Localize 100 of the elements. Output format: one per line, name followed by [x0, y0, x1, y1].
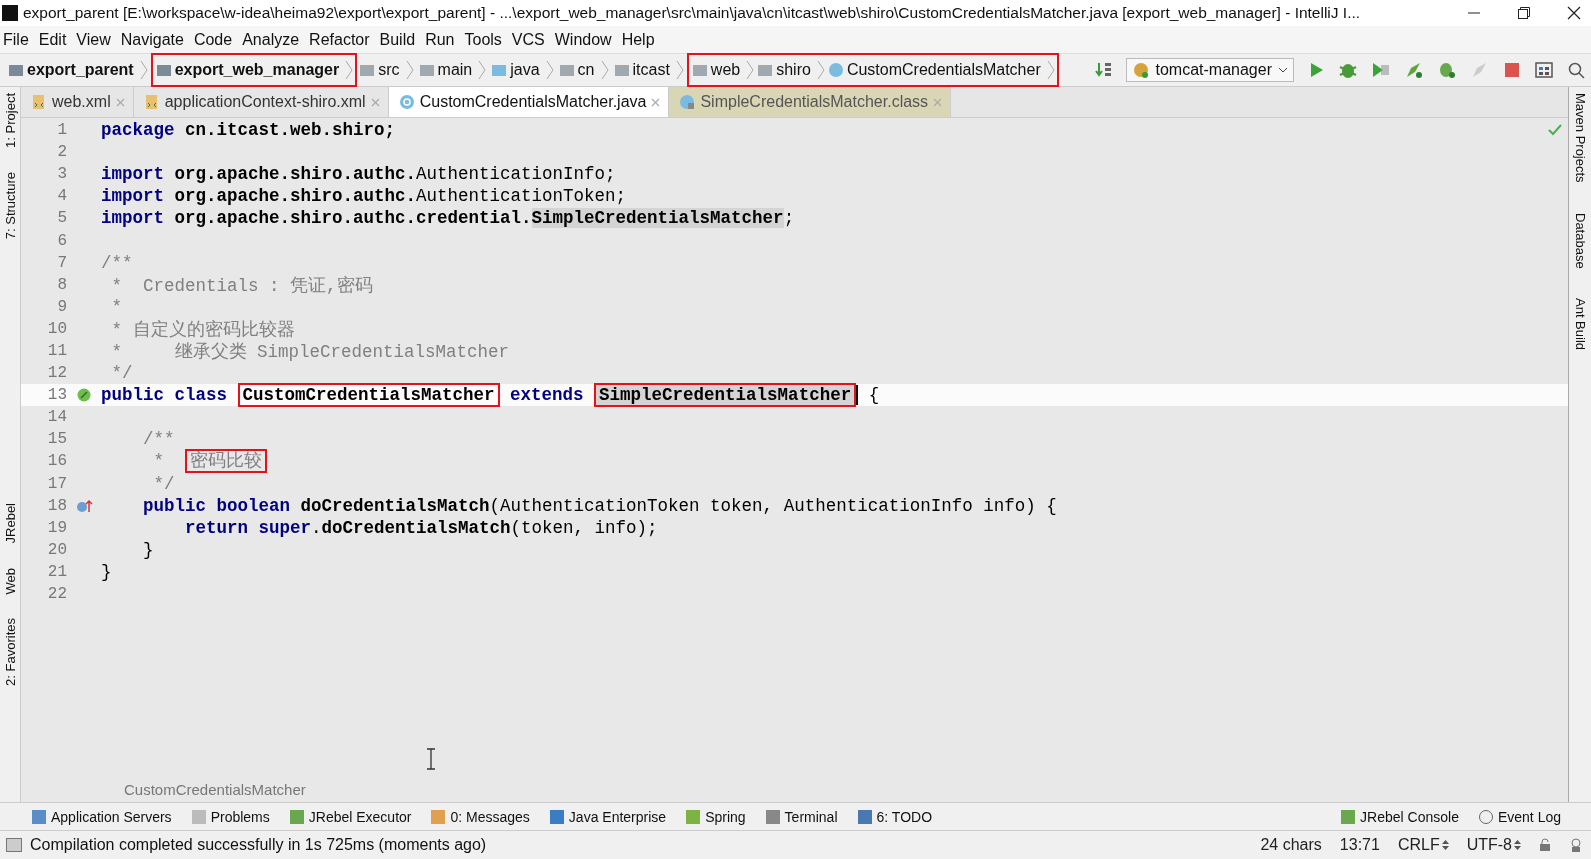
locked-class-icon	[679, 94, 696, 110]
line-number: 5	[56, 209, 67, 228]
search-icon[interactable]	[1567, 61, 1585, 79]
code-token: extends	[509, 385, 585, 406]
tool-window-button[interactable]: Terminal	[765, 808, 838, 825]
bug-icon[interactable]	[1437, 61, 1457, 79]
tool-window-button[interactable]: Application Servers	[32, 808, 172, 825]
caret-icon	[1277, 65, 1289, 75]
tool-window-button[interactable]: Problems	[191, 808, 270, 825]
breadcrumb-item[interactable]: export_web_manager	[150, 53, 358, 87]
xml-file-icon	[31, 94, 47, 110]
app-logo-icon	[2, 5, 18, 21]
menu-item[interactable]: Code	[190, 30, 240, 49]
code-comment: /**	[101, 252, 133, 273]
code-token: (AuthenticationToken token, AuthenticationInfo info) {	[489, 495, 1057, 516]
menu-item[interactable]: Run	[422, 30, 462, 49]
char-count: 24 chars	[1260, 836, 1322, 854]
project-structure-icon[interactable]	[1534, 61, 1554, 79]
code-comment: *	[152, 451, 165, 472]
breadcrumb-item[interactable]: java	[490, 53, 556, 87]
breadcrumb-item[interactable]: itcast	[612, 53, 686, 87]
editor-tab[interactable]: web.xml	[21, 87, 134, 117]
tool-window-button[interactable]: 6: TODO	[857, 808, 933, 825]
folder-icon	[614, 64, 629, 76]
tool-window-tab[interactable]: 2: Favorites	[2, 618, 18, 686]
caret-position[interactable]: 13:71	[1339, 836, 1380, 854]
close-icon[interactable]	[1567, 6, 1581, 20]
code-token: public class	[101, 385, 229, 406]
line-separator-selector[interactable]: CRLF	[1397, 836, 1449, 854]
code-token: {	[867, 385, 880, 406]
line-number: 16	[46, 452, 67, 471]
lock-icon[interactable]	[1539, 838, 1551, 852]
code-comment: * 自定义的密码比较器	[110, 318, 295, 341]
sort-icon[interactable]	[1094, 61, 1113, 79]
encoding-selector[interactable]: UTF-8	[1466, 836, 1521, 854]
tool-window-tab[interactable]: Ant Build	[1572, 298, 1588, 351]
override-marker-icon[interactable]	[75, 497, 93, 514]
menu-item[interactable]: Window	[551, 30, 619, 49]
code-comment: *	[110, 296, 122, 317]
window-title: export_parent [E:\workspace\w-idea\heima92\export\export_parent] - ...\export_web_manager\src\main\java\cn\itcast\web\shiro\CustomCredentialsMatcher.java [export_web_manager] - IntelliJ I...	[23, 4, 1362, 22]
tool-window-button[interactable]: JRebel Executor	[289, 808, 412, 825]
line-number: 4	[56, 187, 67, 206]
menu-item[interactable]: View	[73, 30, 118, 49]
code-token: (token, info);	[510, 517, 658, 538]
tool-window-tab[interactable]: Maven Projects	[1572, 93, 1588, 183]
tool-window-button[interactable]: Spring	[686, 808, 746, 825]
editor-tab[interactable]: SimpleCredentialsMatcher.class	[669, 87, 952, 117]
implemented-marker-icon[interactable]	[76, 387, 92, 404]
restore-icon[interactable]	[1517, 6, 1531, 20]
menu-item[interactable]: VCS	[508, 30, 552, 49]
code-token: org.apache.shiro.authc.	[173, 186, 417, 207]
code-token: import	[101, 164, 164, 185]
line-number: 18	[46, 496, 67, 515]
editor-tab[interactable]: applicationContext-shiro.xml	[133, 87, 389, 117]
panel-toggle-icon[interactable]	[6, 838, 22, 852]
line-number: 17	[46, 474, 67, 493]
code-token: cn.itcast.web.shiro;	[184, 120, 396, 141]
tool-window-tab[interactable]: Database	[1572, 212, 1588, 269]
editor-breadcrumb[interactable]: CustomCredentialsMatcher	[124, 781, 306, 798]
folder-icon	[9, 64, 23, 76]
line-number: 21	[46, 562, 67, 581]
breadcrumb-item[interactable]: cn	[557, 53, 611, 87]
line-number: 13	[46, 386, 67, 405]
code-token: org.apache.shiro.authc.	[173, 164, 417, 185]
line-number: 9	[56, 297, 67, 316]
menu-item[interactable]: Edit	[35, 30, 74, 49]
menu-item[interactable]: Analyze	[239, 30, 307, 49]
chevron-icon	[746, 60, 755, 80]
chevron-icon	[675, 60, 684, 80]
line-number: 3	[56, 165, 67, 184]
breadcrumb-item[interactable]: src	[358, 53, 416, 87]
tool-window-button[interactable]: Java Enterprise	[549, 808, 667, 825]
tool-window-button[interactable]: Event Log	[1478, 808, 1561, 825]
class-icon	[828, 63, 843, 77]
coverage-icon[interactable]	[1371, 61, 1391, 79]
line-number: 14	[46, 408, 67, 427]
line-number: 8	[56, 275, 67, 294]
stop-icon[interactable]	[1503, 61, 1521, 79]
menu-item[interactable]: Tools	[461, 30, 509, 49]
editor-tab[interactable]: CustomCredentialsMatcher.java	[388, 87, 670, 117]
inspector-icon[interactable]	[1569, 837, 1583, 853]
up-down-arrow-icon	[1441, 839, 1449, 851]
bug-icon[interactable]	[1338, 61, 1358, 79]
menu-item[interactable]: File	[0, 30, 36, 49]
tool-window-button[interactable]: JRebel Console	[1341, 808, 1459, 825]
run-configuration-dropdown[interactable]: tomcat-manager	[1125, 58, 1294, 82]
code-token: SimpleCredentialsMatcher	[531, 208, 784, 229]
menu-item[interactable]: Help	[618, 30, 662, 49]
menu-item[interactable]: Build	[376, 30, 423, 49]
menu-item[interactable]: Navigate	[117, 30, 191, 49]
code-token: org.apache.shiro.authc.credential.	[173, 208, 532, 229]
tool-window-tab[interactable]: 1: Project	[2, 93, 18, 148]
menu-item[interactable]: Refactor	[306, 30, 377, 49]
breadcrumb-item[interactable]: export_parent	[7, 53, 150, 87]
tool-window-tab[interactable]: Web	[2, 567, 18, 595]
breadcrumb-item[interactable]: main	[417, 53, 489, 87]
tool-window-button[interactable]: 0: Messages	[431, 808, 530, 825]
tool-window-tab[interactable]: JRebel	[2, 503, 18, 544]
tool-window-tab[interactable]: 7: Structure	[2, 171, 18, 240]
line-number: 11	[46, 342, 67, 360]
